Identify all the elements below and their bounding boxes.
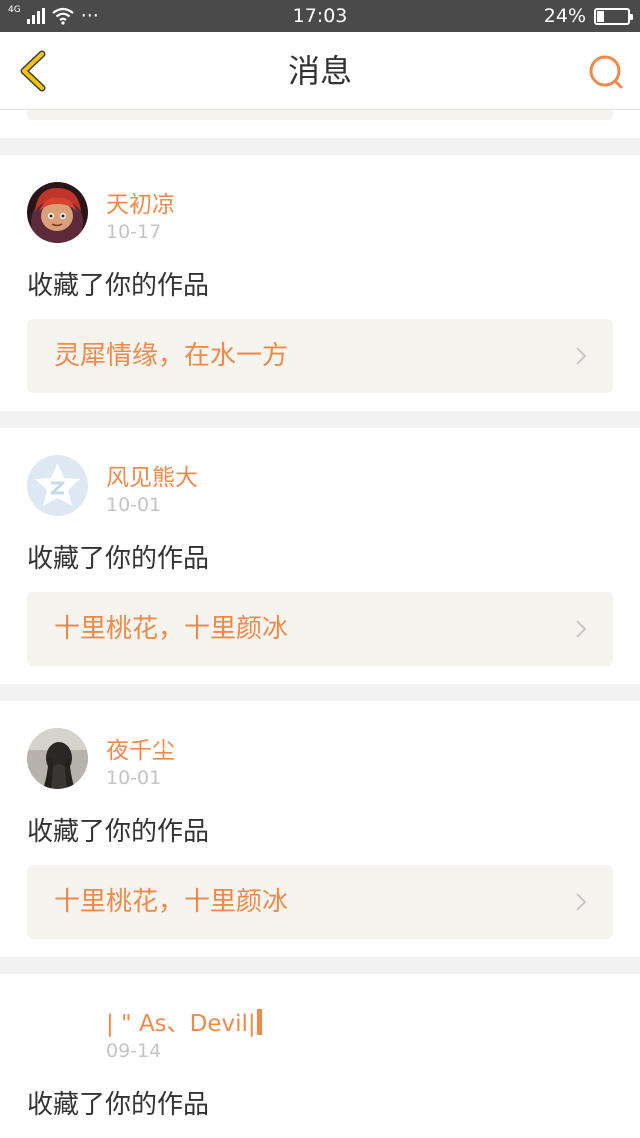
timestamp: 09-14	[106, 1040, 162, 1062]
avatar[interactable]	[27, 1001, 88, 1062]
photo-avatar	[27, 728, 88, 789]
username[interactable]: 夜千尘	[106, 731, 175, 765]
username[interactable]: | " As、Devil|	[106, 1004, 262, 1038]
chevron-right-icon	[576, 347, 587, 365]
list-item: 夜千尘 10-01 收藏了你的作品 十里桃花，十里颜冰	[0, 701, 640, 957]
timestamp: 10-01	[106, 494, 162, 516]
page-title: 消息	[287, 52, 352, 90]
work-title: 灵犀情缘，在水一方	[54, 341, 289, 371]
work-link[interactable]: 灵犀情缘，在水一方	[27, 319, 613, 393]
timestamp: 10-17	[106, 221, 162, 243]
work-link[interactable]: 十里桃花，十里颜冰	[27, 592, 613, 666]
work-link[interactable]	[27, 110, 613, 120]
action-text: 收藏了你的作品	[27, 817, 210, 847]
list-item: 天初凉 10-17 收藏了你的作品 灵犀情缘，在水一方	[0, 155, 640, 411]
chevron-right-icon	[576, 893, 587, 911]
partial-card	[0, 110, 640, 138]
qq-default-avatar	[27, 455, 88, 516]
nav-bar: 消息	[0, 32, 640, 110]
username[interactable]: 天初凉	[106, 185, 175, 219]
username[interactable]: 风见熊大	[106, 458, 198, 492]
action-text: 收藏了你的作品	[27, 1090, 210, 1120]
chevron-right-icon	[576, 620, 587, 638]
message-list[interactable]: 天初凉 10-17 收藏了你的作品 灵犀情缘，在水一方 风见熊大 10-01 收…	[0, 110, 640, 1138]
status-bar: 4G ··· 17:03 24%	[0, 0, 640, 32]
avatar[interactable]	[27, 728, 88, 789]
status-right: 24%	[543, 0, 633, 32]
username-text: | " As、Devil|	[106, 1011, 256, 1037]
work-title: 十里桃花，十里颜冰	[54, 887, 289, 917]
avatar[interactable]	[27, 455, 88, 516]
search-icon[interactable]	[586, 52, 626, 92]
work-title: 十里桃花，十里颜冰	[54, 614, 289, 644]
battery-level	[597, 10, 604, 22]
timestamp: 10-01	[106, 767, 162, 789]
list-item: | " As、Devil| 09-14 收藏了你的作品	[0, 974, 640, 1138]
action-text: 收藏了你的作品	[27, 544, 210, 574]
battery-icon	[594, 7, 633, 25]
avatar[interactable]	[27, 182, 88, 243]
text-cursor	[256, 1009, 262, 1035]
work-link[interactable]: 十里桃花，十里颜冰	[27, 865, 613, 939]
battery-percentage: 24%	[543, 5, 586, 27]
action-text: 收藏了你的作品	[27, 271, 210, 301]
red-hair-character-avatar	[27, 182, 88, 243]
list-item: 风见熊大 10-01 收藏了你的作品 十里桃花，十里颜冰	[0, 428, 640, 684]
